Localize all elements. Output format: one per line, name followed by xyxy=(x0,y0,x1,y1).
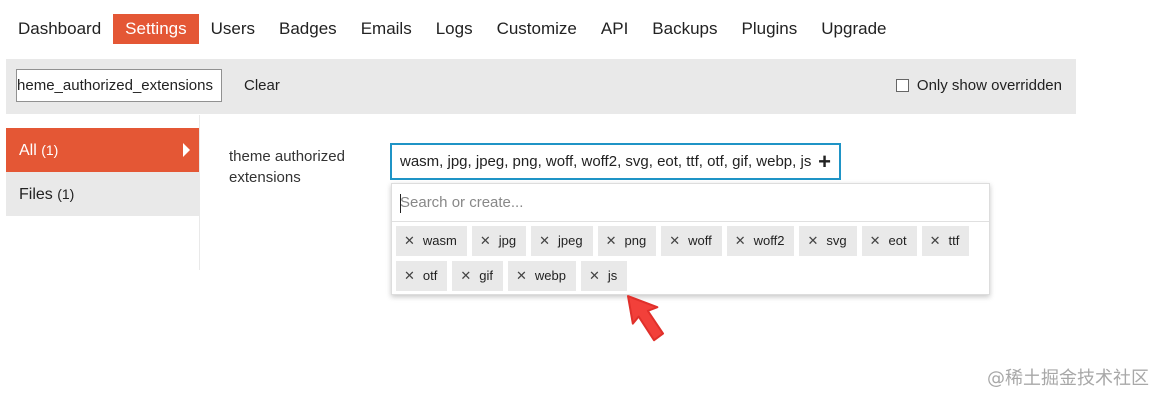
x-icon[interactable]: ✕ xyxy=(460,261,471,291)
chevron-right-icon xyxy=(183,143,190,157)
nav-badges[interactable]: Badges xyxy=(267,14,349,44)
only-overridden-label: Only show overridden xyxy=(916,77,1062,94)
sidebar-item-all-label: All xyxy=(19,142,37,159)
sidebar-item-all-count: (1) xyxy=(41,142,59,158)
chip-label: webp xyxy=(534,268,566,283)
plus-icon[interactable]: + xyxy=(818,145,831,178)
setting-value-text: wasm, jpg, jpeg, png, woff, woff2, svg, … xyxy=(400,153,812,170)
chip-png[interactable]: ✕ png xyxy=(597,226,657,256)
chip-label: woff xyxy=(688,233,712,248)
chip-svg[interactable]: ✕ svg xyxy=(799,226,857,256)
sidebar-item-all[interactable]: All (1) xyxy=(6,128,199,172)
chip-label: woff2 xyxy=(753,233,785,248)
extensions-dropdown: ✕wasm ✕jpg ✕jpeg ✕png ✕woff ✕woff2 ✕svg … xyxy=(391,183,990,295)
chip-label: jpeg xyxy=(558,233,583,248)
nav-customize[interactable]: Customize xyxy=(485,14,589,44)
chip-ttf[interactable]: ✕ ttf xyxy=(921,226,970,256)
x-icon[interactable]: ✕ xyxy=(870,226,881,256)
chip-label: wasm xyxy=(422,233,457,248)
sidebar-item-files[interactable]: Files (1) xyxy=(6,172,199,216)
nav-emails[interactable]: Emails xyxy=(349,14,424,44)
chip-woff[interactable]: ✕ woff xyxy=(661,226,722,256)
chip-label: js xyxy=(607,268,618,283)
x-icon[interactable]: ✕ xyxy=(606,226,617,256)
chip-js[interactable]: ✕ js xyxy=(581,261,628,291)
chip-woff2[interactable]: ✕ woff2 xyxy=(726,226,795,256)
chip-jpg[interactable]: ✕ jpg xyxy=(471,226,527,256)
text-caret xyxy=(400,194,401,213)
x-icon[interactable]: ✕ xyxy=(539,226,550,256)
nav-dashboard[interactable]: Dashboard xyxy=(6,14,113,44)
sidebar-item-files-label: Files xyxy=(19,186,53,203)
sidebar-item-files-count: (1) xyxy=(57,186,75,202)
red-arrow-icon xyxy=(626,295,665,342)
only-overridden-checkbox[interactable] xyxy=(895,79,909,92)
x-icon[interactable]: ✕ xyxy=(735,226,746,256)
nav-upgrade[interactable]: Upgrade xyxy=(809,14,898,44)
x-icon[interactable]: ✕ xyxy=(404,226,415,256)
watermark: @稀土掘金技术社区 xyxy=(987,368,1149,389)
setting-label: theme authorized extensions xyxy=(229,148,345,186)
nav-backups[interactable]: Backups xyxy=(640,14,729,44)
only-overridden-toggle[interactable]: Only show overridden xyxy=(895,77,1062,94)
x-icon[interactable]: ✕ xyxy=(807,226,818,256)
settings-filter-bar: theme_authorized_extensions Clear Only s… xyxy=(6,59,1076,114)
settings-category-sidebar: All (1) Files (1) xyxy=(6,128,199,216)
chip-label: gif xyxy=(479,268,494,283)
chip-eot[interactable]: ✕ eot xyxy=(861,226,917,256)
chip-wasm[interactable]: ✕ wasm xyxy=(396,226,467,256)
admin-nav: Dashboard Settings Users Badges Emails L… xyxy=(6,14,898,44)
x-icon[interactable]: ✕ xyxy=(589,261,600,291)
chip-label: ttf xyxy=(948,233,960,248)
chip-label: png xyxy=(624,233,647,248)
x-icon[interactable]: ✕ xyxy=(930,226,941,256)
chip-label: eot xyxy=(888,233,907,248)
x-icon[interactable]: ✕ xyxy=(404,261,415,291)
sidebar-divider xyxy=(199,115,200,270)
search-or-create-input[interactable] xyxy=(392,184,989,222)
chip-gif[interactable]: ✕ gif xyxy=(452,261,504,291)
filter-input-value: theme_authorized_extensions xyxy=(16,77,213,94)
x-icon[interactable]: ✕ xyxy=(480,226,491,256)
chip-otf[interactable]: ✕ otf xyxy=(396,261,448,291)
clear-filter-button[interactable]: Clear xyxy=(244,77,280,94)
nav-settings[interactable]: Settings xyxy=(113,14,199,44)
chip-label: svg xyxy=(826,233,847,248)
chip-jpeg[interactable]: ✕ jpeg xyxy=(531,226,593,256)
x-icon[interactable]: ✕ xyxy=(516,261,527,291)
chip-label: otf xyxy=(422,268,438,283)
setting-value-list[interactable]: wasm, jpg, jpeg, png, woff, woff2, svg, … xyxy=(390,143,841,180)
settings-filter-input[interactable]: theme_authorized_extensions xyxy=(16,69,222,102)
nav-logs[interactable]: Logs xyxy=(424,14,485,44)
nav-plugins[interactable]: Plugins xyxy=(730,14,810,44)
x-icon[interactable]: ✕ xyxy=(669,226,680,256)
nav-users[interactable]: Users xyxy=(199,14,267,44)
chip-webp[interactable]: ✕ webp xyxy=(508,261,576,291)
nav-api[interactable]: API xyxy=(589,14,640,44)
selected-extensions-chips: ✕ wasm ✕ jpg ✕ jpeg ✕ png ✕ woff ✕ woff2 ✕ svg … xyxy=(396,226,986,296)
chip-label: jpg xyxy=(498,233,517,248)
